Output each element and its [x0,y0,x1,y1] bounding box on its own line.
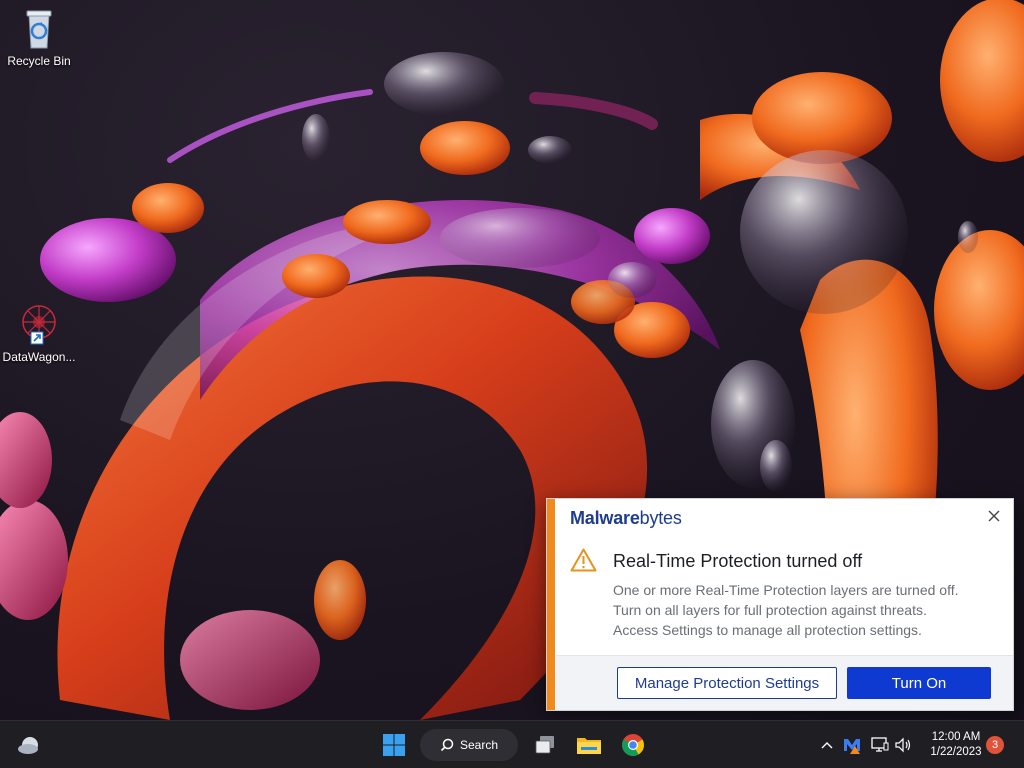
taskbar: Search 12:00 AM 1/22/2023 3 [0,720,1024,768]
malwarebytes-tray-icon [844,739,860,754]
volume-button[interactable] [893,721,915,768]
search-label: Search [459,738,499,752]
start-button[interactable] [376,721,412,768]
body-line: One or more Real-Time Protection layers … [613,582,959,598]
clock-button[interactable]: 12:00 AM 1/22/2023 [920,721,992,768]
body-line: Access Settings to manage all protection… [613,622,922,638]
weather-cloud-icon [18,737,38,754]
task-view-icon [535,736,554,754]
clock-date: 1/22/2023 [930,746,982,758]
body-line: Turn on all layers for full protection a… [613,602,927,618]
malwarebytes-notification: Malwarebytes Real-Time Protection turned… [546,498,1014,711]
warning-accent-bar [547,499,555,710]
weather-widget-button[interactable] [12,721,46,768]
network-button[interactable] [869,721,891,768]
turn-on-button[interactable]: Turn On [847,667,991,699]
recycle-bin-desktop-icon[interactable]: Recycle Bin [0,6,78,68]
search-icon [440,738,454,752]
taskbar-search-button[interactable]: Search [420,729,518,761]
clock-time: 12:00 AM [931,731,981,743]
malwarebytes-logo: Malwarebytes [570,508,682,529]
brand-name-light: bytes [639,508,682,528]
warning-icon [570,548,597,572]
close-button[interactable] [983,505,1005,527]
brand-name-bold: Malware [570,508,640,528]
notification-count-badge[interactable]: 3 [986,736,1004,754]
desktop-icon-label: DataWagon... [2,350,76,364]
speaker-icon [895,737,911,753]
chrome-icon [622,734,644,756]
malwarebytes-tray-button[interactable] [841,721,863,768]
desktop-icon-label: Recycle Bin [7,54,71,68]
notification-title: Real-Time Protection turned off [613,551,863,571]
close-icon [988,510,1000,522]
show-hidden-icons-button[interactable] [818,721,836,768]
manage-protection-settings-button[interactable]: Manage Protection Settings [617,667,837,699]
recycle-bin-icon [17,6,61,50]
notification-footer: Manage Protection Settings Turn On [556,655,1013,710]
file-explorer-button[interactable] [572,721,606,768]
chrome-button[interactable] [616,721,650,768]
datawagon-desktop-shortcut[interactable]: DataWagon... [0,302,78,364]
datawagon-shortcut-icon [17,302,61,346]
notification-body: One or more Real-Time Protection layers … [613,580,1003,640]
network-icon [871,737,889,752]
chevron-up-icon [821,742,833,749]
task-view-button[interactable] [528,721,562,768]
windows-logo-icon [383,734,405,756]
folder-icon [577,738,601,754]
